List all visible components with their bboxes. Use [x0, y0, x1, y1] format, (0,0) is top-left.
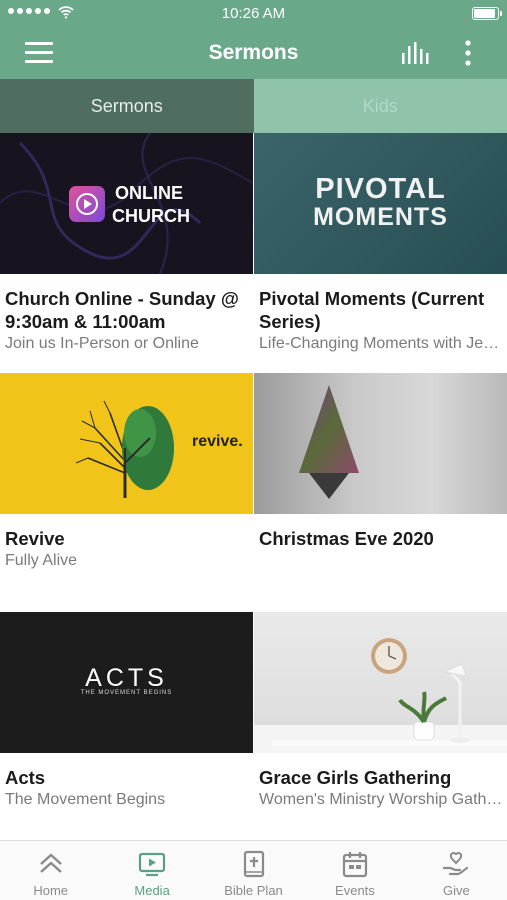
calendar-icon — [342, 852, 368, 878]
battery-icon — [472, 7, 502, 20]
nav-events[interactable]: Events — [304, 841, 405, 900]
sermon-thumbnail: ACTS THE MOVEMENT BEGINS — [0, 612, 253, 753]
nav-label: Events — [335, 883, 375, 898]
hamburger-menu-icon[interactable] — [25, 42, 53, 64]
home-chevrons-icon — [39, 853, 62, 873]
sermon-thumbnail: PIVOTAL MOMENTS — [254, 133, 507, 274]
audio-bars-icon[interactable] — [400, 40, 430, 66]
thumbnail-text-acts: ACTS — [85, 664, 168, 692]
sermon-title: Grace Girls Gathering — [259, 767, 452, 788]
sermon-title: Church Online - Sunday @ 9:30am & 11:00a… — [5, 288, 239, 332]
sermon-thumbnail — [254, 612, 507, 753]
nav-bible-plan[interactable]: Bible Plan — [203, 841, 304, 900]
media-play-icon — [139, 852, 166, 877]
thumbnail-text-revive: revive. — [192, 433, 243, 450]
tab-sermons[interactable]: Sermons — [0, 79, 254, 133]
nav-label: Give — [442, 883, 470, 898]
thumbnail-text-moments: MOMENTS — [313, 203, 448, 231]
give-hand-heart-icon — [443, 851, 469, 876]
thumbnail-text-online: ONLINE — [115, 183, 184, 203]
nav-home[interactable]: Home — [0, 841, 101, 900]
sermon-subtitle: Join us In-Person or Online — [5, 335, 199, 352]
nav-label: Media — [134, 883, 170, 898]
sermon-card-pivotal-moments[interactable]: PIVOTAL MOMENTS Pivotal Moments (Current… — [254, 133, 507, 355]
sermon-card-christmas-eve[interactable]: Christmas Eve 2020 — [254, 373, 507, 550]
sermon-subtitle: The Movement Begins — [5, 791, 166, 808]
sermon-title: Revive — [5, 528, 65, 549]
sermon-card-church-online[interactable]: ONLINE CHURCH Church Online - Sunday @ 9… — [0, 133, 253, 355]
sermon-title: Pivotal Moments (Current Series) — [259, 288, 485, 332]
triangle-tree-artwork — [299, 385, 359, 499]
thumbnail-text-church: CHURCH — [112, 206, 190, 226]
sermon-card-revive[interactable]: revive. Revive Fully Alive — [0, 373, 253, 572]
nav-label: Bible Plan — [224, 883, 283, 898]
status-time: 10:26 AM — [221, 5, 286, 22]
sermon-subtitle: Women's Ministry Worship Gathering — [259, 791, 504, 808]
segmented-tabs: Sermons Kids — [0, 79, 507, 133]
nav-media[interactable]: Media — [101, 841, 202, 900]
sermon-title: Acts — [5, 767, 46, 788]
app-bar: Sermons — [0, 28, 507, 79]
sermon-subtitle: Life-Changing Moments with Jesus — [259, 335, 504, 352]
thumbnail-text-pivotal: PIVOTAL — [315, 173, 446, 205]
tab-kids[interactable]: Kids — [253, 79, 507, 133]
play-circle-logo-icon — [69, 186, 105, 222]
status-bar: 10:26 AM — [0, 0, 507, 28]
more-vertical-icon[interactable] — [458, 38, 478, 68]
sermon-thumbnail: revive. — [0, 373, 253, 514]
thumbnail-text-acts-tagline: THE MOVEMENT BEGINS — [80, 690, 173, 696]
nav-give[interactable]: Give — [406, 841, 507, 900]
sermon-title: Christmas Eve 2020 — [259, 528, 434, 549]
page-title: Sermons — [208, 41, 299, 64]
sermon-thumbnail: ONLINE CHURCH — [0, 133, 253, 274]
bible-icon — [243, 850, 264, 878]
room-scene-artwork — [272, 638, 507, 746]
nav-label: Home — [33, 883, 69, 898]
bottom-navigation: Home Media Bible Plan Events Give — [0, 840, 507, 900]
sermon-card-acts[interactable]: ACTS THE MOVEMENT BEGINS Acts The Moveme… — [0, 612, 253, 811]
sermon-thumbnail — [254, 373, 507, 514]
sermon-subtitle: Fully Alive — [5, 552, 78, 569]
sermon-card-grace-girls[interactable]: Grace Girls Gathering Women's Ministry W… — [254, 612, 507, 811]
